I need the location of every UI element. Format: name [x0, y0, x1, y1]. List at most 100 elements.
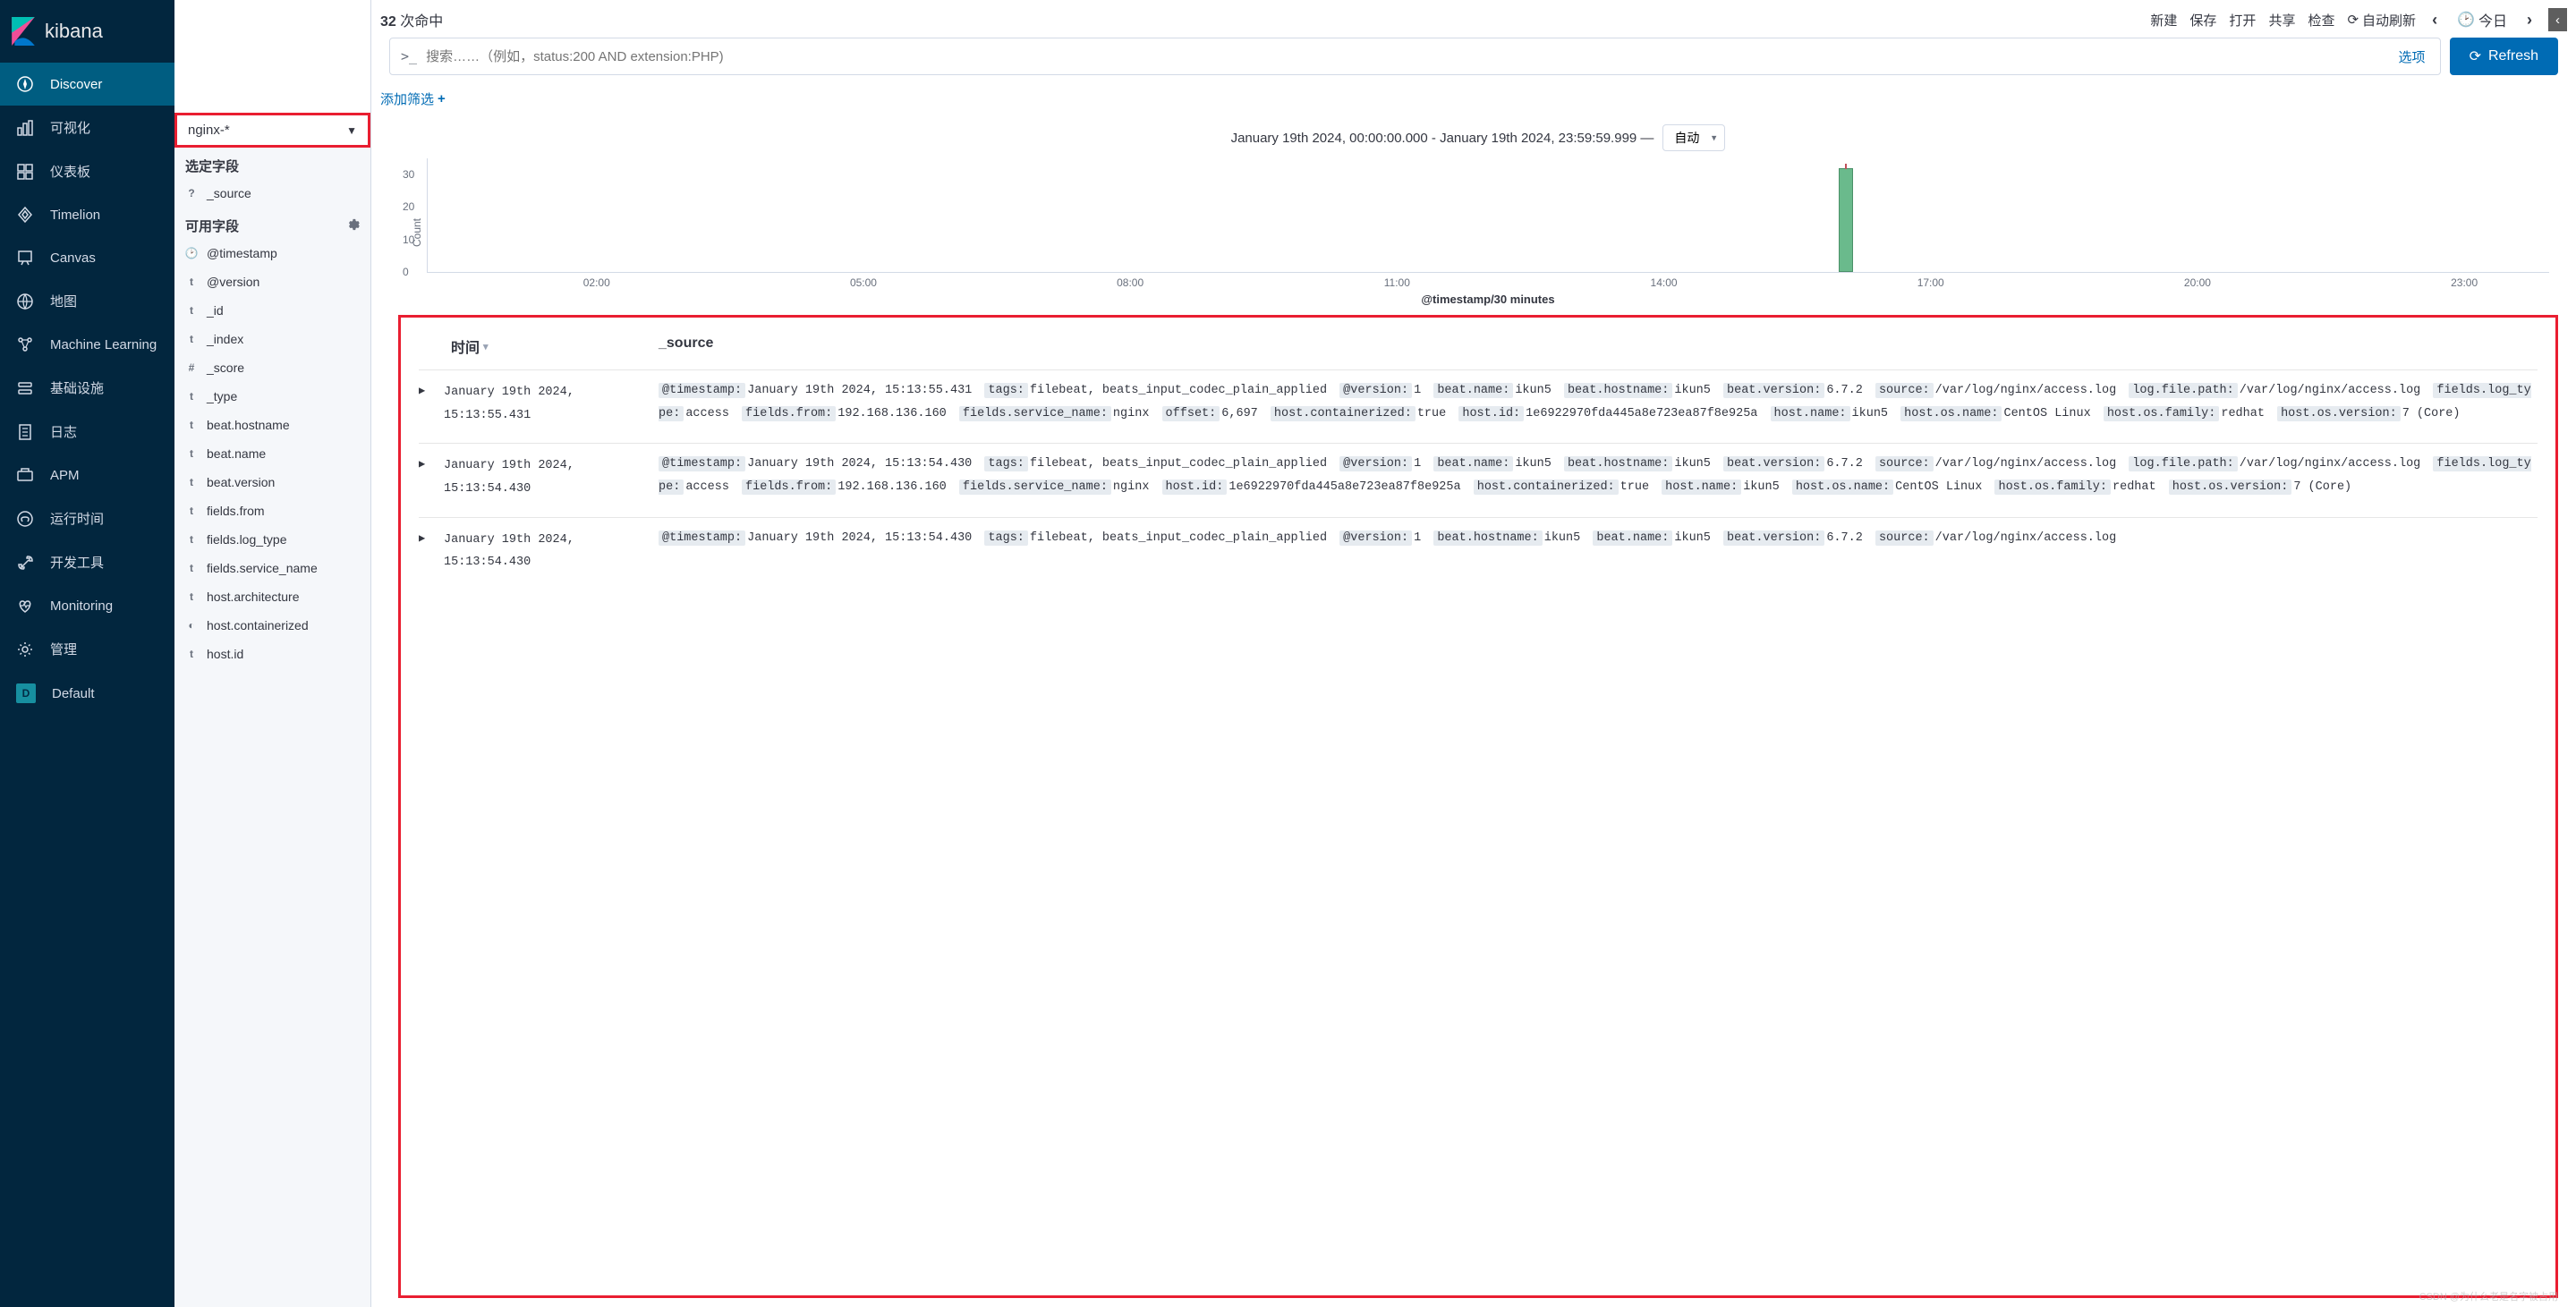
- expand-row-button[interactable]: ▶: [419, 379, 444, 427]
- refresh-button[interactable]: ⟳ Refresh: [2450, 38, 2558, 75]
- field-key: beat.name:: [1433, 456, 1513, 471]
- time-prev-button[interactable]: ‹: [2428, 11, 2441, 30]
- field-item[interactable]: ?_source: [174, 179, 370, 208]
- nav-item-compass[interactable]: Discover: [0, 63, 174, 106]
- search-input[interactable]: [426, 49, 2389, 64]
- chart-plot-area[interactable]: 0102030: [427, 158, 2549, 273]
- column-source-header[interactable]: _source: [659, 335, 2538, 357]
- field-type-icon: t: [185, 648, 198, 660]
- field-item[interactable]: t_id: [174, 296, 370, 325]
- nav-item-devtools[interactable]: 开发工具: [0, 540, 174, 584]
- field-item[interactable]: tfields.log_type: [174, 525, 370, 554]
- nav-item-uptime[interactable]: 运行时间: [0, 496, 174, 540]
- field-value: access: [685, 407, 729, 420]
- open-button[interactable]: 打开: [2229, 11, 2256, 30]
- gear-icon[interactable]: [347, 218, 360, 234]
- fields-sidebar: nginx-* ▼ 选定字段 ?_source 可用字段 🕑@timestamp…: [174, 0, 371, 1307]
- brand-logo[interactable]: kibana: [0, 0, 174, 63]
- search-options-link[interactable]: 选项: [2399, 47, 2429, 66]
- auto-refresh-button[interactable]: ⟳ 自动刷新: [2347, 11, 2416, 30]
- field-item[interactable]: tfields.from: [174, 496, 370, 525]
- nav-label: Default: [52, 686, 95, 701]
- field-key: beat.hostname:: [1433, 530, 1542, 546]
- histogram-bar[interactable]: [1839, 168, 1853, 272]
- field-value: true: [1620, 480, 1649, 494]
- barchart-icon: [16, 119, 34, 137]
- column-time-header[interactable]: 时间 ▾: [451, 335, 659, 357]
- field-item[interactable]: tfields.service_name: [174, 554, 370, 582]
- brand-name: kibana: [45, 20, 103, 43]
- field-key: beat.version:: [1723, 383, 1824, 398]
- field-name: _type: [207, 389, 237, 403]
- field-type-icon: ?: [185, 187, 198, 199]
- field-value: 1: [1414, 384, 1421, 397]
- time-next-button[interactable]: ›: [2523, 11, 2536, 30]
- doc-time: January 19th 2024, 15:13:54.430: [444, 453, 659, 500]
- field-value: /var/log/nginx/access.log: [2240, 384, 2421, 397]
- nav-item-ml[interactable]: Machine Learning: [0, 323, 174, 366]
- new-button[interactable]: 新建: [2150, 11, 2177, 30]
- nav-item-timelion[interactable]: Timelion: [0, 193, 174, 236]
- field-item[interactable]: tbeat.name: [174, 439, 370, 468]
- nav-item-infra[interactable]: 基础设施: [0, 366, 174, 410]
- refresh-cycle-icon: ⟳: [2347, 12, 2359, 28]
- inspect-button[interactable]: 检查: [2308, 11, 2334, 30]
- field-item[interactable]: tbeat.version: [174, 468, 370, 496]
- nav-item-dashboard[interactable]: 仪表板: [0, 149, 174, 193]
- ml-icon: [16, 335, 34, 353]
- add-filter-link[interactable]: 添加筛选 +: [380, 89, 2567, 108]
- nav-item-heartbeat[interactable]: Monitoring: [0, 584, 174, 627]
- field-value: 6.7.2: [1826, 384, 1863, 397]
- nav-item-canvas[interactable]: Canvas: [0, 236, 174, 279]
- field-value: 7 (Core): [2293, 480, 2351, 494]
- nav-item-map[interactable]: 地图: [0, 279, 174, 323]
- field-value: nginx: [1113, 407, 1150, 420]
- field-key: tags:: [984, 383, 1028, 398]
- collapse-panel-icon[interactable]: ‹: [2548, 8, 2567, 31]
- hits-counter: 32 次命中: [380, 9, 443, 30]
- nav-item-gear[interactable]: 管理: [0, 627, 174, 671]
- share-button[interactable]: 共享: [2268, 11, 2295, 30]
- index-pattern-select[interactable]: nginx-* ▼: [174, 113, 370, 148]
- field-value: 6,697: [1221, 407, 1258, 420]
- expand-row-button[interactable]: ▶: [419, 453, 444, 500]
- save-button[interactable]: 保存: [2189, 11, 2216, 30]
- field-type-icon: t: [185, 505, 198, 517]
- doc-time: January 19th 2024, 15:13:55.431: [444, 379, 659, 427]
- field-value: 192.168.136.160: [837, 407, 947, 420]
- doc-source: @timestamp:January 19th 2024, 15:13:55.4…: [659, 379, 2538, 427]
- default-badge-icon: D: [16, 683, 36, 703]
- nav-item-apm[interactable]: APM: [0, 454, 174, 496]
- nav-label: Discover: [50, 77, 102, 92]
- interval-select[interactable]: 自动: [1662, 124, 1725, 151]
- field-value: redhat: [2113, 480, 2156, 494]
- field-key: beat.name:: [1433, 383, 1513, 398]
- field-item[interactable]: #_score: [174, 353, 370, 382]
- nav-item-logs[interactable]: 日志: [0, 410, 174, 454]
- nav-label: 开发工具: [50, 553, 104, 572]
- time-picker-button[interactable]: 🕑今日: [2453, 5, 2511, 34]
- nav-default[interactable]: D Default: [0, 671, 174, 716]
- field-value: ikun5: [1852, 407, 1889, 420]
- field-item[interactable]: tbeat.hostname: [174, 411, 370, 439]
- field-key: fields.service_name:: [959, 406, 1111, 421]
- field-item[interactable]: t@version: [174, 267, 370, 296]
- field-item[interactable]: t_index: [174, 325, 370, 353]
- doc-source: @timestamp:January 19th 2024, 15:13:54.4…: [659, 527, 2538, 574]
- infra-icon: [16, 379, 34, 397]
- expand-row-button[interactable]: ▶: [419, 527, 444, 574]
- nav-item-barchart[interactable]: 可视化: [0, 106, 174, 149]
- nav-label: Canvas: [50, 250, 96, 266]
- field-value: ikun5: [1674, 531, 1711, 545]
- map-icon: [16, 293, 34, 310]
- field-key: beat.hostname:: [1564, 383, 1672, 398]
- field-item[interactable]: thost.architecture: [174, 582, 370, 611]
- field-item[interactable]: thost.id: [174, 640, 370, 668]
- search-box[interactable]: >_ 选项: [389, 38, 2441, 75]
- field-name: beat.name: [207, 446, 266, 461]
- field-item[interactable]: 🕑@timestamp: [174, 239, 370, 267]
- field-item[interactable]: ◐host.containerized: [174, 611, 370, 640]
- chevron-down-icon: ▼: [346, 124, 357, 137]
- table-row: ▶January 19th 2024, 15:13:55.431@timesta…: [419, 369, 2538, 443]
- field-item[interactable]: t_type: [174, 382, 370, 411]
